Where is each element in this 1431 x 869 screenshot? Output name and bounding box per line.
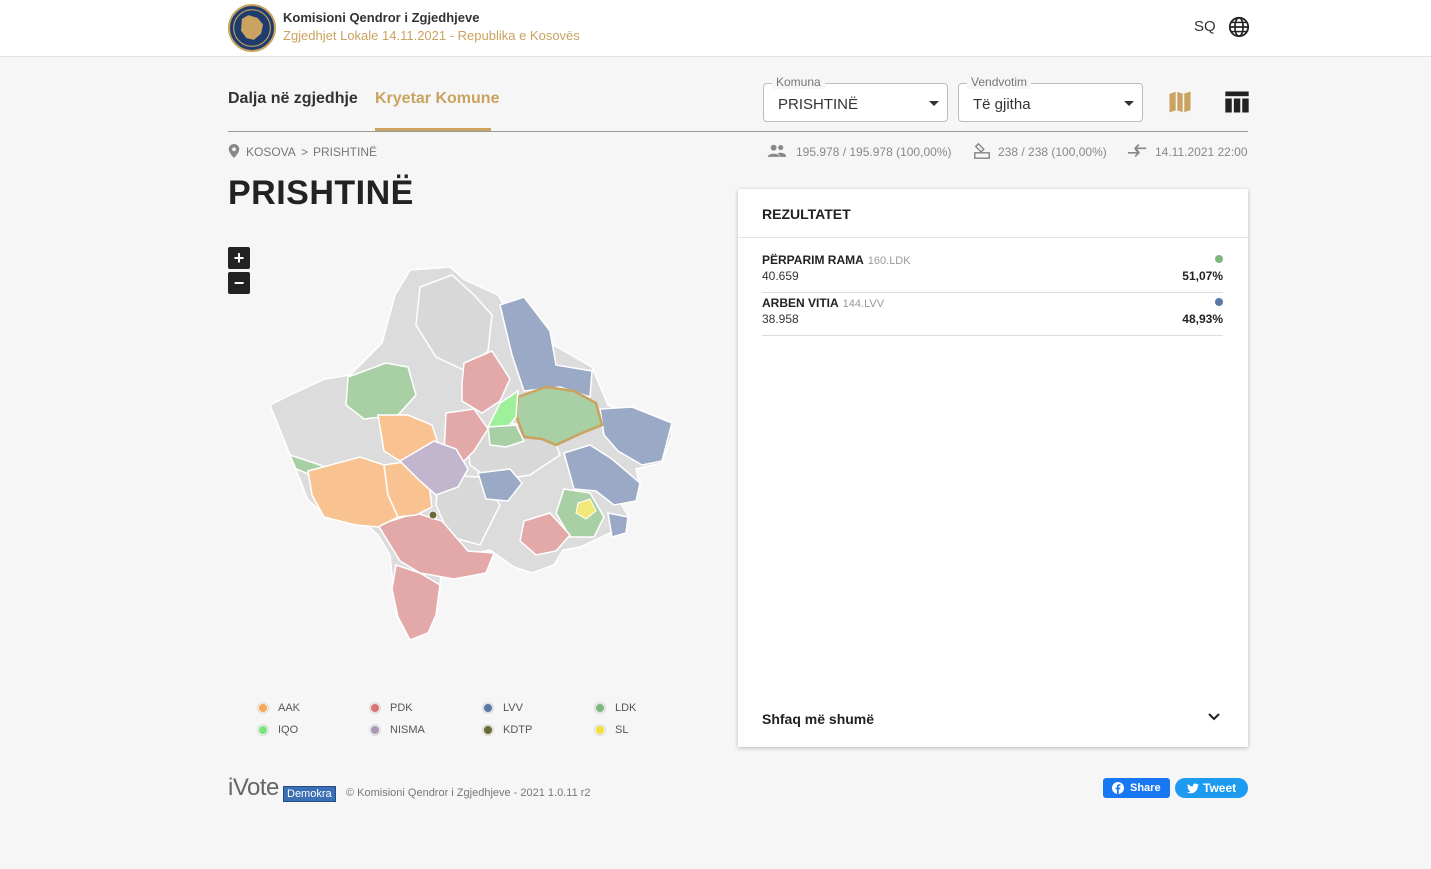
caret-down-icon: [1124, 101, 1134, 106]
legend-label-ldk: LDK: [615, 702, 637, 714]
election-subtitle: Zgjedhjet Lokale 14.11.2021 - Republika …: [283, 28, 580, 43]
candidate-name: PËRPARIM RAMA 160.LDK: [762, 253, 911, 267]
party-color-dot: [1215, 255, 1223, 263]
legend-dot-ldk: [595, 703, 605, 713]
results-title: REZULTATET: [762, 206, 851, 222]
stations-count: 238 / 238 (100,00%): [998, 145, 1107, 159]
candidate-party: 144.LVV: [842, 298, 885, 310]
candidate-row[interactable]: PËRPARIM RAMA 160.LDK 40.659 51,07%: [762, 253, 1223, 293]
location-pin-icon: [228, 144, 240, 158]
municipality-select-value: PRISHTINË: [778, 96, 859, 113]
results-card: REZULTATET PËRPARIM RAMA 160.LDK 40.659 5…: [738, 189, 1248, 747]
twitter-bird-icon: [1187, 783, 1199, 794]
legend-iqo: IQO: [258, 724, 299, 736]
legend-label-lvv: LVV: [503, 702, 523, 714]
caret-down-icon: [929, 101, 939, 106]
ivote-logo: iVote: [228, 774, 279, 801]
legend-dot-nisma: [370, 725, 380, 735]
candidate-row[interactable]: ARBEN VITIA 144.LVV 38.958 48,93%: [762, 296, 1223, 336]
legend-sl: SL: [595, 724, 629, 736]
legend-lvv: LVV: [483, 702, 523, 714]
candidate-party: 160.LDK: [867, 255, 911, 267]
facebook-icon: [1112, 782, 1124, 794]
last-updated: 14.11.2021 22:00: [1155, 145, 1248, 159]
voters-count: 195.978 / 195.978 (100,00%): [796, 145, 952, 159]
legend-label-sl: SL: [615, 724, 629, 736]
kqz-logo[interactable]: [228, 4, 276, 52]
emblem-icon: [231, 7, 273, 49]
language-selector[interactable]: SQ: [1194, 18, 1216, 35]
candidate-votes: 40.659: [762, 269, 799, 283]
map-view-icon[interactable]: [1166, 88, 1194, 116]
legend-pdk: PDK: [370, 702, 413, 714]
breadcrumb-kosova[interactable]: KOSOVA: [246, 145, 296, 159]
legend-dot-sl: [595, 725, 605, 735]
update-arrows-icon: [1127, 144, 1147, 158]
org-name: Komisioni Qendror i Zgjedhjeve: [283, 10, 480, 25]
legend-aak: AAK: [258, 702, 301, 714]
page-title: PRISHTINË: [228, 174, 414, 212]
legend-kdtp: KDTP: [483, 724, 533, 736]
legend-label-nisma: NISMA: [390, 724, 425, 736]
kosovo-map[interactable]: [260, 255, 680, 650]
municipality-select[interactable]: Komuna PRISHTINË: [763, 75, 948, 122]
breadcrumb-separator: >: [301, 145, 309, 159]
municipality-select-label: Komuna: [772, 75, 825, 89]
ballot-box-icon: [974, 142, 990, 159]
chevron-down-icon[interactable]: [1206, 709, 1222, 725]
facebook-share-button[interactable]: Share: [1103, 778, 1170, 798]
candidate-name-text: ARBEN VITIA: [762, 296, 839, 310]
show-more-button[interactable]: Shfaq më shumë: [762, 711, 874, 727]
legend-label-pdk: PDK: [390, 702, 413, 714]
legend-label-kdtp: KDTP: [503, 724, 533, 736]
legend-label-iqo: IQO: [278, 724, 299, 736]
globe-icon[interactable]: [1228, 16, 1250, 38]
tweet-button[interactable]: Tweet: [1175, 778, 1248, 798]
demokra-badge: Demokra: [283, 786, 336, 802]
legend-dot-aak: [258, 703, 268, 713]
tab-mayor[interactable]: Kryetar Komune: [375, 90, 499, 108]
candidate-percent: 48,93%: [1182, 312, 1223, 326]
map-region-kdtp: [428, 510, 438, 520]
legend-dot-iqo: [258, 725, 268, 735]
people-icon: [767, 144, 787, 157]
zoom-in-button[interactable]: +: [228, 247, 250, 269]
candidate-name: ARBEN VITIA 144.LVV: [762, 296, 884, 310]
legend-label-aak: AAK: [278, 702, 301, 714]
polling-place-select-label: Vendvotim: [967, 75, 1032, 89]
copyright-text: © Komisioni Qendror i Zgjedhjeve - 2021 …: [346, 787, 591, 799]
candidate-percent: 51,07%: [1182, 269, 1223, 283]
top-bar: Komisioni Qendror i Zgjedhjeve Zgjedhjet…: [0, 0, 1431, 57]
legend-nisma: NISMA: [370, 724, 425, 736]
results-divider: [738, 237, 1248, 238]
legend-dot-kdtp: [483, 725, 493, 735]
tweet-label: Tweet: [1203, 781, 1237, 795]
legend-ldk: LDK: [595, 702, 637, 714]
polling-place-select-value: Të gjitha: [973, 96, 1031, 113]
candidate-name-text: PËRPARIM RAMA: [762, 253, 864, 267]
map-region-lvv-south: [607, 512, 629, 538]
candidate-votes: 38.958: [762, 312, 799, 326]
party-color-dot: [1215, 298, 1223, 306]
breadcrumb-prishtine: PRISHTINË: [313, 145, 378, 159]
polling-place-select[interactable]: Vendvotim Të gjitha: [958, 75, 1143, 122]
legend-dot-pdk: [370, 703, 380, 713]
table-view-icon[interactable]: [1223, 88, 1251, 116]
legend-dot-lvv: [483, 703, 493, 713]
zoom-out-button[interactable]: −: [228, 272, 250, 294]
share-label: Share: [1130, 782, 1161, 794]
tab-turnout[interactable]: Dalja në zgjedhje: [228, 90, 358, 108]
tabs-divider: [228, 131, 1248, 132]
